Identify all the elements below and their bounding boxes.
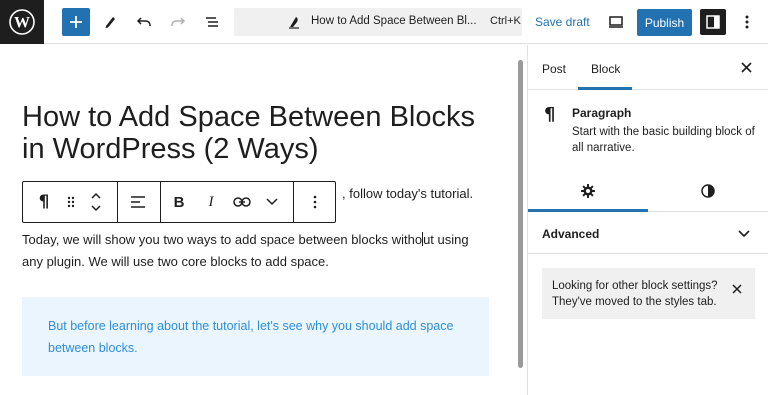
paragraph-block[interactable]: Today, we will show you two ways to add … bbox=[22, 229, 492, 273]
gear-icon bbox=[581, 184, 595, 198]
more-vertical-icon bbox=[313, 195, 317, 209]
bold-button[interactable]: B bbox=[168, 182, 190, 222]
add-block-button[interactable] bbox=[62, 8, 90, 36]
undo-button[interactable] bbox=[130, 8, 158, 36]
close-icon[interactable] bbox=[730, 282, 744, 296]
block-title: Paragraph bbox=[572, 106, 632, 120]
post-icon bbox=[289, 17, 299, 29]
block-type-button[interactable]: ¶ bbox=[31, 182, 57, 222]
publish-button[interactable]: Publish bbox=[637, 9, 692, 36]
callout-text: But before learning about the tutorial, … bbox=[48, 319, 454, 355]
link-button[interactable] bbox=[229, 182, 255, 222]
callout-block[interactable]: But before learning about the tutorial, … bbox=[22, 297, 489, 376]
toolbar-divider bbox=[160, 182, 161, 222]
save-draft-button[interactable]: Save draft bbox=[535, 15, 590, 29]
paragraph-partial[interactable]: , follow today's tutorial. bbox=[342, 186, 473, 201]
block-toolbar: ¶ B I bbox=[22, 181, 336, 223]
align-button[interactable] bbox=[125, 182, 151, 222]
document-title: How to Add Space Between Bl... bbox=[311, 15, 477, 27]
close-icon bbox=[740, 61, 752, 73]
block-inspector-tabs bbox=[528, 170, 768, 212]
advanced-label: Advanced bbox=[542, 227, 600, 241]
sidebar-icon bbox=[706, 15, 720, 29]
editor-header: W How to Add Space Between Bl... Ctrl+K … bbox=[0, 0, 768, 44]
command-palette-bar[interactable]: How to Add Space Between Bl... Ctrl+K bbox=[234, 8, 522, 36]
pencil-icon bbox=[105, 17, 115, 28]
desktop-icon bbox=[609, 16, 623, 28]
contrast-icon bbox=[701, 184, 715, 198]
italic-icon: I bbox=[208, 193, 214, 210]
tools-button[interactable] bbox=[96, 8, 124, 36]
post-title[interactable]: How to Add Space Between Blocks in WordP… bbox=[22, 101, 502, 165]
paragraph-text-before: Today, we will show you two ways to add … bbox=[22, 232, 423, 247]
notice-text: Looking for other block settings? They'v… bbox=[552, 280, 718, 308]
document-overview-button[interactable] bbox=[198, 8, 226, 36]
more-vertical-icon bbox=[745, 15, 749, 29]
options-menu-button[interactable] bbox=[733, 8, 761, 36]
link-icon bbox=[233, 197, 251, 207]
chevron-down-icon bbox=[266, 198, 278, 206]
paragraph-icon: ¶ bbox=[38, 192, 50, 212]
sidebar-tabs: Post Block bbox=[528, 45, 768, 90]
toolbar-divider bbox=[117, 182, 118, 222]
redo-icon bbox=[171, 17, 186, 26]
more-formatting-button[interactable] bbox=[261, 182, 283, 222]
chevron-down-icon bbox=[738, 230, 750, 238]
tab-block[interactable]: Block bbox=[591, 62, 620, 76]
paragraph-icon: ¶ bbox=[544, 104, 556, 125]
block-description: Start with the basic building block of a… bbox=[572, 126, 755, 154]
italic-button[interactable]: I bbox=[200, 182, 222, 222]
keyboard-shortcut: Ctrl+K bbox=[490, 15, 521, 27]
advanced-panel[interactable]: Advanced bbox=[528, 212, 768, 254]
tab-styles[interactable] bbox=[648, 170, 768, 212]
editor-canvas: How to Add Space Between Blocks in WordP… bbox=[0, 45, 516, 395]
move-up-down-button[interactable] bbox=[85, 182, 107, 222]
close-sidebar-button[interactable] bbox=[738, 59, 754, 75]
chevron-up-down-icon bbox=[91, 192, 101, 212]
block-card: ¶ Paragraph Start with the basic buildin… bbox=[528, 90, 768, 170]
drag-handle[interactable] bbox=[61, 182, 81, 222]
wordpress-logo-icon[interactable]: W bbox=[0, 0, 44, 44]
svg-text:W: W bbox=[14, 15, 30, 32]
align-left-icon bbox=[131, 196, 145, 208]
undo-icon bbox=[136, 17, 151, 26]
list-view-icon bbox=[206, 17, 218, 27]
styles-notice: Looking for other block settings? They'v… bbox=[542, 268, 755, 319]
settings-sidebar: Post Block ¶ Paragraph Start with the ba… bbox=[527, 45, 768, 395]
toolbar-divider bbox=[293, 182, 294, 222]
settings-toggle-button[interactable] bbox=[700, 9, 726, 35]
plus-icon bbox=[70, 16, 82, 28]
tab-post[interactable]: Post bbox=[542, 62, 566, 76]
drag-icon bbox=[67, 196, 75, 208]
block-options-button[interactable] bbox=[305, 182, 325, 222]
scrollbar-thumb[interactable] bbox=[518, 60, 523, 368]
redo-button[interactable] bbox=[164, 8, 192, 36]
preview-button[interactable] bbox=[602, 8, 630, 36]
tab-settings[interactable] bbox=[528, 170, 648, 212]
bold-icon: B bbox=[173, 193, 185, 211]
